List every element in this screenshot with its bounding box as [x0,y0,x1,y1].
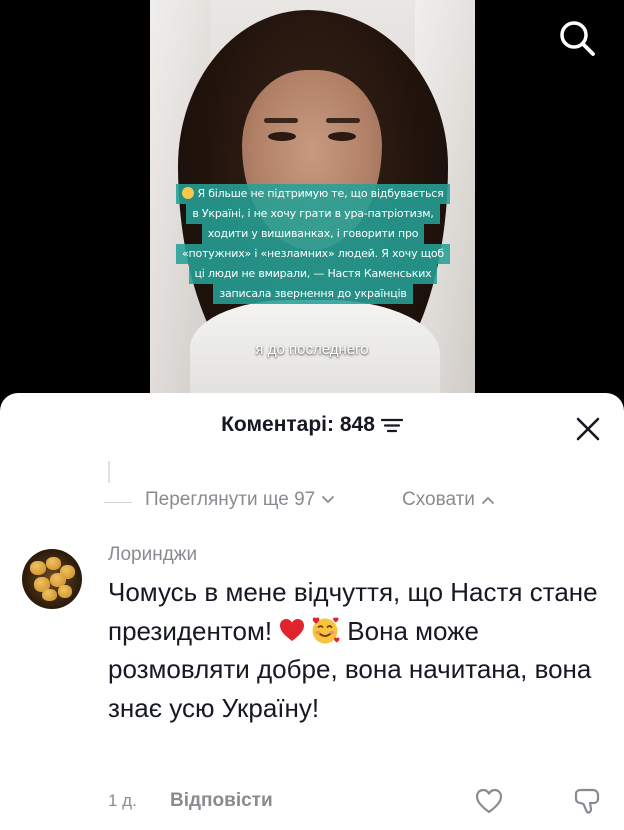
comment-text: Чомусь в мене відчуття, що Настя стане п… [108,573,598,727]
sad-face-icon [182,187,195,199]
thread-line [108,461,110,483]
replies-controls: Переглянути ще 97 Сховати [0,489,624,515]
caption-text: Я більше не підтримую те, що відбуваєтьс… [197,187,444,200]
hide-label: Сховати [402,489,475,510]
red-heart-icon [280,618,305,641]
chevron-down-icon [322,496,335,503]
eye [328,132,356,141]
sort-icon[interactable] [380,417,403,433]
comments-panel: Коментарі: 848 Переглянути ще 97 Сховати [0,393,624,830]
caption-line: записала звернення до українців [213,284,413,304]
smiling-face-with-hearts-icon [312,617,340,643]
heart-icon [475,788,503,814]
view-more-replies-button[interactable]: Переглянути ще 97 [145,489,335,511]
search-button[interactable] [555,16,599,60]
comments-title[interactable]: Коментарі: 848 [0,413,624,437]
comments-count-label: Коментарі: 848 [221,413,375,436]
hide-replies-button[interactable]: Сховати [402,489,495,511]
comment-timestamp: 1 д. [108,791,137,810]
caption-line: в Україні, і не хочу грати в ура-патріот… [186,204,440,224]
eye [268,132,296,141]
avatar-detail [46,557,61,570]
close-button[interactable] [574,415,602,443]
video-caption: Я більше не підтримую те, що відбуваєтьс… [153,184,473,304]
comment-author[interactable]: Лоринджи [108,544,197,566]
caption-line: «потужних» і «незламних» людей. Я хочу щ… [176,244,450,264]
close-icon [576,417,600,441]
search-icon [560,21,595,56]
video-subtitle: я до последнего [255,341,369,358]
reply-button[interactable]: Відповісти [170,790,273,812]
avatar[interactable] [22,549,82,609]
video-player[interactable]: Я більше не підтримую те, що відбуваєтьс… [0,0,624,405]
chevron-up-icon [482,497,494,504]
like-button[interactable] [474,786,504,816]
caption-line: ходити у вишиванках, і говорити про [201,224,425,244]
comment-actions: 1 д. Відповісти [108,788,608,816]
avatar-detail [58,585,72,598]
comments-header: Коментарі: 848 [0,413,624,443]
dislike-button[interactable] [572,786,602,816]
avatar-detail [30,561,46,575]
eyebrow [264,118,298,123]
view-more-label: Переглянути ще 97 [145,489,316,510]
avatar-detail [42,589,57,601]
dislike-icon [574,788,600,814]
caption-line: ці люди не вмирали, — Настя Каменських [188,264,438,284]
replies-divider [104,502,132,503]
caption-line: Я більше не підтримую те, що відбуваєтьс… [176,184,450,204]
eyebrow [326,118,360,123]
